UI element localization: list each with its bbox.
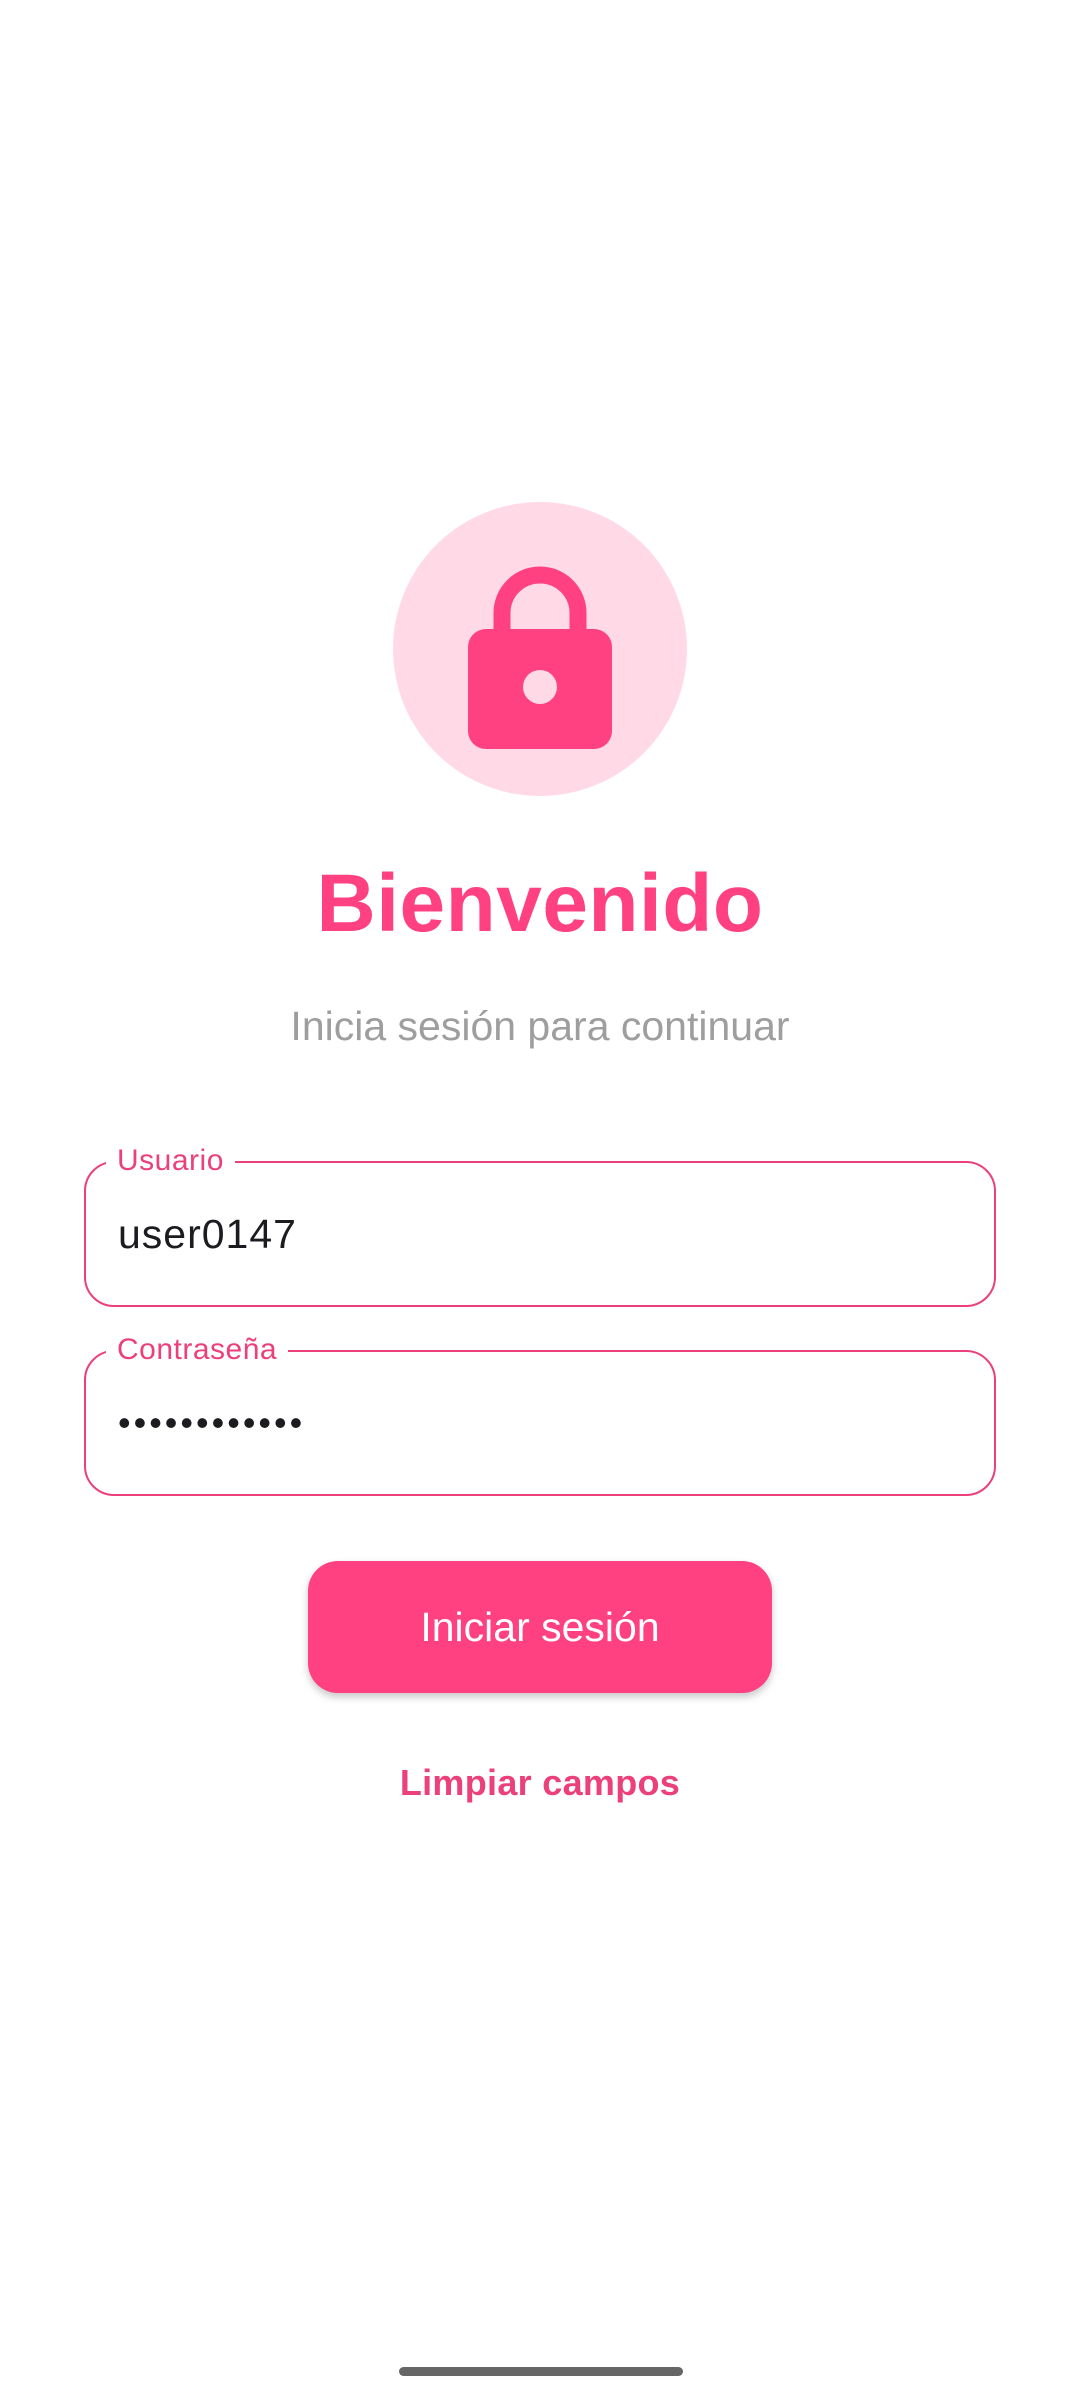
clear-fields-button[interactable]: Limpiar campos — [340, 1752, 740, 1814]
home-indicator[interactable] — [399, 2367, 683, 2376]
page-subtitle: Inicia sesión para continuar — [290, 1003, 790, 1049]
username-label: Usuario — [106, 1143, 235, 1179]
password-field[interactable]: Contraseña — [84, 1332, 996, 1496]
password-label: Contraseña — [106, 1332, 289, 1368]
username-input[interactable] — [118, 1207, 958, 1261]
lock-avatar — [393, 502, 687, 796]
login-button[interactable]: Iniciar sesión — [308, 1561, 772, 1693]
lock-icon — [468, 566, 612, 749]
username-field[interactable]: Usuario — [84, 1143, 996, 1307]
page-title: Bienvenido — [316, 858, 764, 949]
password-input[interactable] — [118, 1396, 958, 1450]
